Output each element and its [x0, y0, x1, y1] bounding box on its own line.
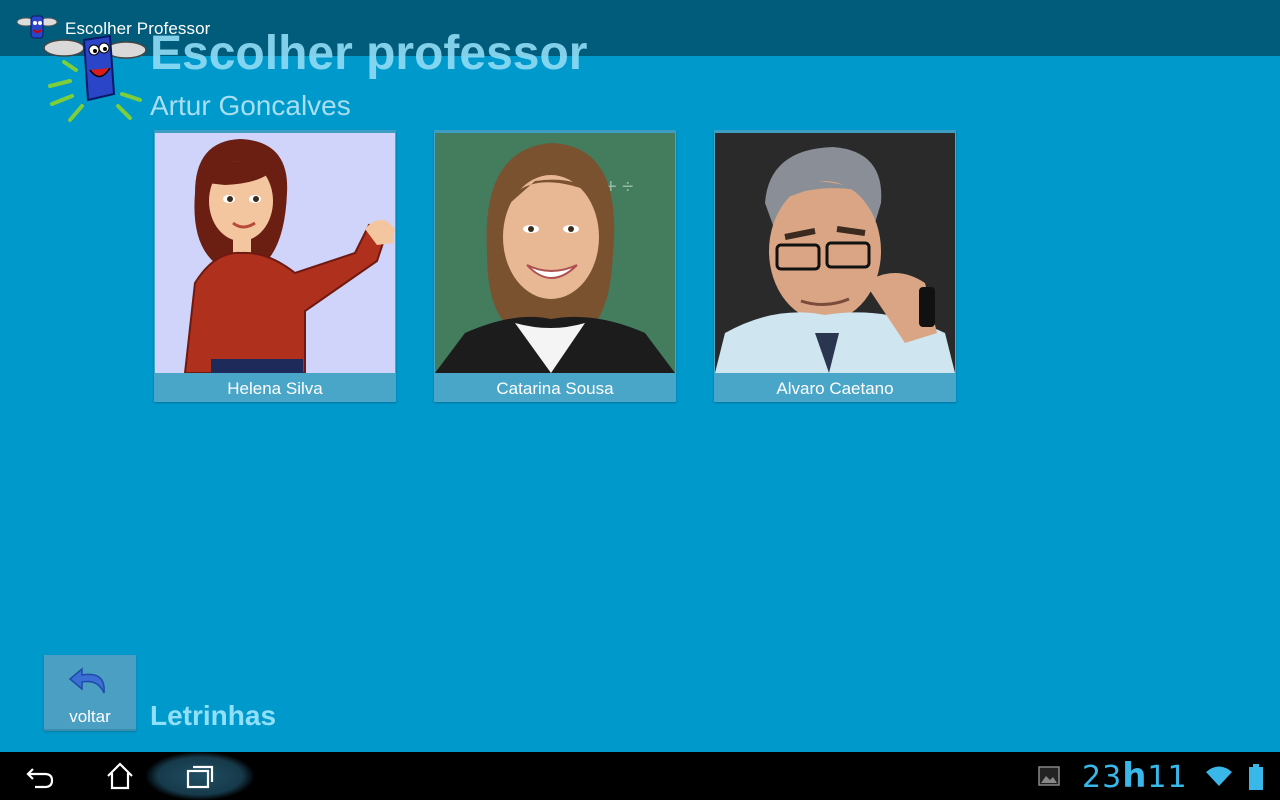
- back-nav-button[interactable]: [10, 752, 70, 800]
- system-nav-bar: 23h11: [0, 752, 1280, 800]
- teacher-card-catarina-sousa[interactable]: + ÷ Catarina Sousa: [434, 130, 676, 402]
- teacher-photo: [155, 133, 395, 373]
- gallery-notification-icon[interactable]: [1038, 766, 1060, 786]
- app-name-label: Letrinhas: [150, 700, 277, 731]
- battery-icon: [1249, 764, 1263, 790]
- teacher-name: Helena Silva: [227, 379, 323, 398]
- teacher-name: Catarina Sousa: [496, 379, 614, 398]
- clock-separator: h: [1122, 756, 1148, 796]
- status-clock[interactable]: 23h11: [1082, 756, 1188, 796]
- undo-arrow-icon: [68, 667, 105, 694]
- clock-minutes: 11: [1147, 760, 1188, 795]
- teacher-photo: [715, 133, 955, 373]
- teacher-card-alvaro-caetano[interactable]: Alvaro Caetano: [714, 130, 956, 402]
- teacher-card-helena-silva[interactable]: Helena Silva: [154, 130, 396, 402]
- back-button[interactable]: voltar: [44, 655, 136, 731]
- page-title: Escolher professor: [150, 27, 588, 80]
- clock-hours: 23: [1082, 760, 1123, 795]
- teacher-photo: + ÷: [435, 133, 675, 373]
- home-nav-button[interactable]: [90, 752, 150, 800]
- teacher-name: Alvaro Caetano: [776, 379, 894, 398]
- recent-apps-icon: [186, 765, 214, 789]
- wifi-icon: [1206, 766, 1232, 786]
- recents-nav-button[interactable]: [170, 752, 230, 800]
- student-name: Artur Goncalves: [150, 90, 351, 121]
- back-button-label: voltar: [69, 707, 111, 726]
- back-icon: [26, 768, 54, 789]
- home-icon: [107, 762, 133, 790]
- mascot-logo-icon: [43, 34, 147, 122]
